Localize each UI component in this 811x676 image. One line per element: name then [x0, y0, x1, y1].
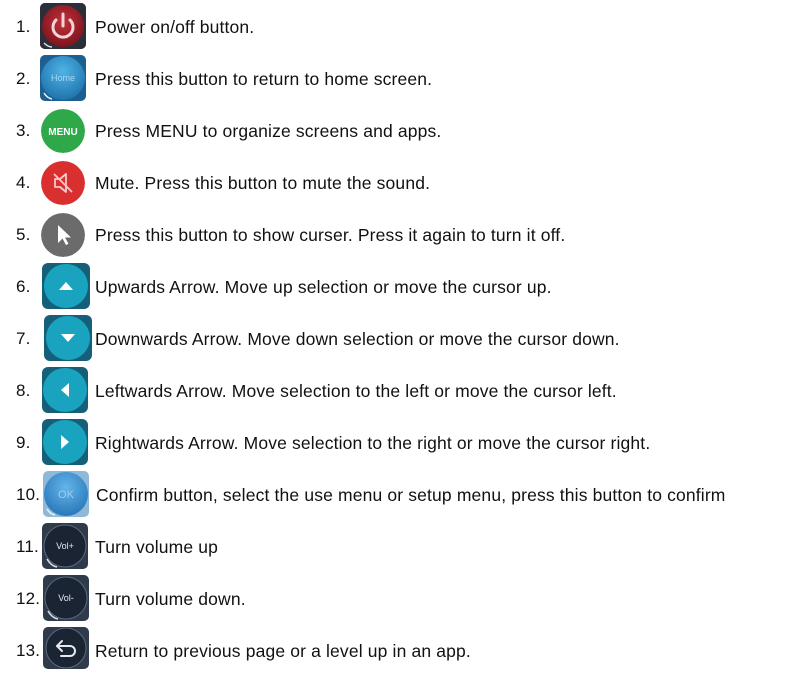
item-number: 6. [16, 277, 31, 296]
list-item: 2. Home Press this button to return to h… [0, 54, 811, 104]
item-number: 9. [16, 433, 31, 452]
ok-icon-label: OK [58, 489, 75, 501]
item-description: Power on/off button. [95, 17, 255, 37]
list-item: 7. Downwards Arrow. Move down selection … [0, 314, 811, 364]
item-description: Mute. Press this button to mute the soun… [95, 173, 431, 193]
list-item: 1. Power on/off button. [0, 2, 811, 52]
item-number: 7. [16, 329, 31, 348]
item-description: Press this button to show curser. Press … [95, 225, 566, 245]
home-icon-label: Home [51, 73, 75, 83]
item-number: 12. [16, 589, 41, 608]
item-number: 1. [16, 17, 31, 36]
item-number: 3. [16, 121, 31, 140]
list-item: 13. Return to previous page or a level u… [0, 626, 811, 676]
list-item: 10. OK Confirm button, select the use me… [0, 470, 811, 520]
home-icon: Home [40, 55, 86, 101]
volume-up-icon-label: Vol+ [56, 541, 74, 551]
item-description: Rightwards Arrow. Move selection to the … [95, 433, 651, 453]
arrow-right-icon [42, 419, 88, 465]
item-number: 13. [16, 641, 41, 660]
arrow-up-icon [42, 263, 90, 309]
ok-icon: OK [43, 471, 89, 517]
item-number: 4. [16, 173, 31, 192]
item-number: 8. [16, 381, 31, 400]
volume-up-icon: Vol+ [42, 523, 88, 569]
item-number: 5. [16, 225, 31, 244]
list-item: 11. Vol+ Turn volume up [0, 522, 811, 572]
item-description: Turn volume up [95, 537, 219, 557]
item-description: Downwards Arrow. Move down selection or … [95, 329, 620, 349]
mute-icon [41, 161, 85, 205]
list-item: 9. Rightwards Arrow. Move selection to t… [0, 418, 811, 468]
list-item: 6. Upwards Arrow. Move up selection or m… [0, 262, 811, 312]
menu-icon: MENU [41, 109, 85, 153]
item-description: Upwards Arrow. Move up selection or move… [95, 277, 552, 297]
cursor-icon [41, 213, 85, 257]
item-number: 2. [16, 69, 31, 88]
item-description: Leftwards Arrow. Move selection to the l… [95, 381, 617, 401]
item-description: Return to previous page or a level up in… [95, 641, 471, 661]
list-item: 12. Vol- Turn volume down. [0, 574, 811, 624]
list-item: 4. Mute. Press this button to mute the s… [0, 158, 811, 208]
item-number: 11. [16, 537, 39, 556]
list-item: 5. Press this button to show curser. Pre… [0, 210, 811, 260]
back-icon [43, 627, 89, 669]
item-number: 10. [16, 485, 41, 504]
list-item: 3. MENU Press MENU to organize screens a… [0, 106, 811, 156]
arrow-down-icon [44, 315, 92, 361]
volume-down-icon: Vol- [43, 575, 89, 621]
menu-icon-label: MENU [48, 127, 77, 138]
list-item: 8. Leftwards Arrow. Move selection to th… [0, 366, 811, 416]
item-description: Press MENU to organize screens and apps. [95, 121, 442, 141]
volume-down-icon-label: Vol- [58, 593, 74, 603]
item-description: Press this button to return to home scre… [95, 69, 433, 89]
arrow-left-icon [42, 367, 88, 413]
power-icon [40, 3, 86, 49]
item-description: Turn volume down. [95, 589, 246, 609]
item-description: Confirm button, select the use menu or s… [96, 485, 726, 505]
